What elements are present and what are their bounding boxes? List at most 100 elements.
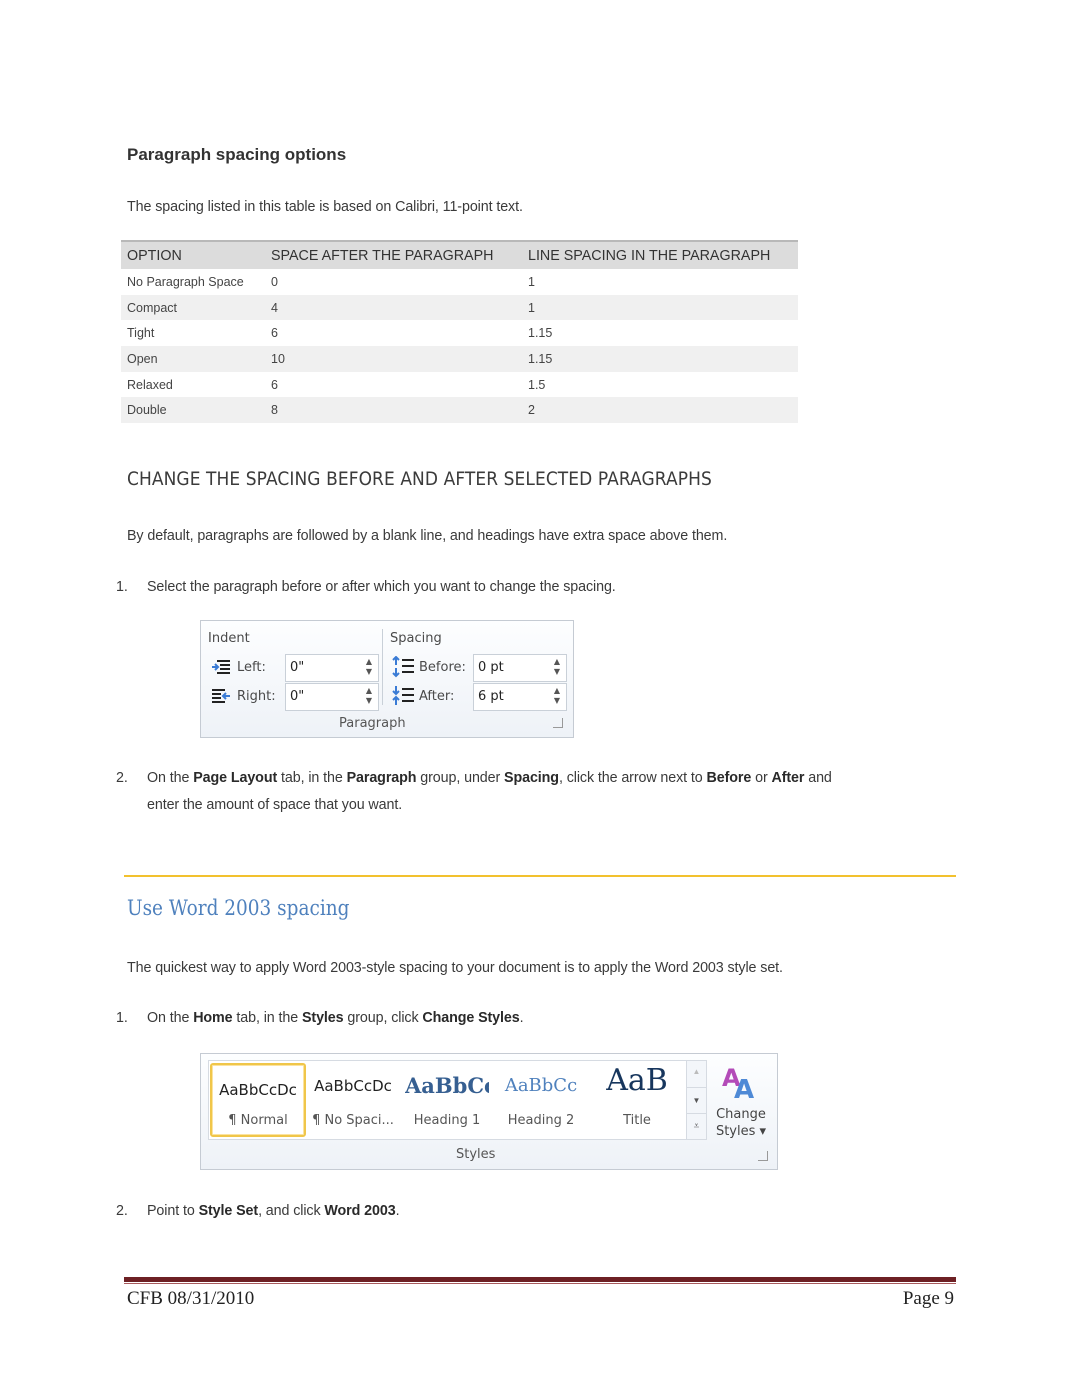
change-styles-button[interactable]: A A Change Styles ▾ bbox=[708, 1058, 774, 1144]
indent-left-label: Left: bbox=[237, 660, 266, 675]
indent-left-input[interactable]: 0" ▲ ▼ bbox=[285, 654, 379, 682]
indent-right-icon bbox=[212, 689, 230, 703]
spacing-after-value: 6 pt bbox=[478, 689, 504, 704]
text-run: tab, in the bbox=[232, 1010, 302, 1026]
bold-change-styles: Change Styles bbox=[422, 1010, 520, 1026]
cell-line-spacing: 1.15 bbox=[528, 326, 553, 341]
spinner-arrows-icon[interactable]: ▲ ▼ bbox=[554, 686, 560, 706]
section-heading-use-word-2003: Use Word 2003 spacing bbox=[127, 896, 350, 920]
footer-date: CFB 08/31/2010 bbox=[127, 1288, 255, 1309]
cell-line-spacing: 1.5 bbox=[528, 377, 546, 392]
cell-option: Relaxed bbox=[127, 377, 173, 392]
dialog-launcher-icon[interactable] bbox=[758, 1151, 768, 1161]
table-intro-text: The spacing listed in this table is base… bbox=[127, 199, 523, 215]
style-tile-heading-1[interactable]: AaBbCс Heading 1 bbox=[405, 1061, 489, 1139]
footer-rule bbox=[124, 1277, 956, 1282]
spacing-before-icon bbox=[392, 656, 414, 678]
cell-space-after: 10 bbox=[265, 346, 522, 372]
section-intro-text: By default, paragraphs are followed by a… bbox=[127, 528, 728, 544]
spinner-arrows-icon[interactable]: ▲ ▼ bbox=[366, 686, 372, 706]
indent-left-icon bbox=[212, 660, 230, 674]
section-heading-paragraph-spacing-options: Paragraph spacing options bbox=[127, 145, 347, 164]
heading-rule bbox=[124, 875, 956, 877]
paragraph-group-label: Paragraph bbox=[339, 716, 406, 731]
cell-space-after: 6 bbox=[271, 377, 278, 392]
cell-option: Double bbox=[121, 397, 265, 424]
text-run: Point to bbox=[147, 1203, 199, 1219]
footer-rule-thin bbox=[124, 1283, 956, 1284]
gallery-scrollbar[interactable]: ▲ ▼ ⩡ bbox=[686, 1060, 707, 1140]
quick-styles-gallery: AaBbCcDc ¶ Normal AaBbCcDc ¶ No Spaci...… bbox=[208, 1060, 688, 1140]
style-tile-title[interactable]: AaB Title bbox=[591, 1061, 683, 1139]
style-name: Heading 2 bbox=[507, 1113, 575, 1128]
style-name: ¶ No Spaci... bbox=[312, 1113, 394, 1128]
cell-option: Tight bbox=[127, 326, 155, 341]
table-row: Double 8 2 bbox=[121, 397, 798, 424]
cell-option: Compact bbox=[121, 294, 265, 321]
dialog-launcher-icon[interactable] bbox=[553, 718, 563, 728]
table-row: Compact 4 1 bbox=[121, 294, 798, 321]
spacing-options-table: OPTION SPACE AFTER THE PARAGRAPH LINE SP… bbox=[121, 240, 798, 424]
change-styles-icon: A A bbox=[722, 1064, 754, 1100]
spinner-arrows-icon[interactable]: ▲ ▼ bbox=[366, 657, 372, 677]
cell-space-after: 6 bbox=[271, 326, 278, 341]
spacing-before-input[interactable]: 0 pt ▲ ▼ bbox=[473, 654, 567, 682]
indent-right-input[interactable]: 0" ▲ ▼ bbox=[285, 683, 379, 711]
style-sample: AaBbCcDc bbox=[314, 1077, 392, 1095]
cell-space-after: 0 bbox=[271, 274, 278, 289]
cell-option: No Paragraph Space bbox=[127, 274, 244, 289]
spacing-before-value: 0 pt bbox=[478, 660, 504, 675]
text-run: , and click bbox=[258, 1203, 325, 1219]
step-number: 1. bbox=[116, 1010, 128, 1026]
change-styles-label-line2: Styles ▾ bbox=[715, 1124, 767, 1139]
text-run: . bbox=[519, 1010, 524, 1026]
group-divider bbox=[382, 629, 383, 705]
style-sample: AaBbCcDc bbox=[219, 1081, 297, 1099]
bold-word-2003: Word 2003 bbox=[324, 1203, 396, 1219]
change-styles-label-line1: Change bbox=[716, 1107, 766, 1122]
column-header-space-after: SPACE AFTER THE PARAGRAPH bbox=[265, 240, 522, 269]
style-tile-heading-2[interactable]: AaBbCc Heading 2 bbox=[499, 1061, 583, 1139]
style-tile-no-spacing[interactable]: AaBbCcDc ¶ No Spaci... bbox=[309, 1061, 397, 1139]
scroll-up-icon[interactable]: ▲ bbox=[687, 1061, 706, 1087]
footer-page-number: Page 9 bbox=[902, 1288, 954, 1309]
spinner-arrows-icon[interactable]: ▲ ▼ bbox=[554, 657, 560, 677]
indent-left-value: 0" bbox=[290, 660, 305, 675]
styles-group-label: Styles bbox=[456, 1147, 496, 1162]
bold-styles: Styles bbox=[301, 1010, 344, 1026]
style-sample: AaBbCc bbox=[504, 1075, 578, 1096]
section-intro-text: The quickest way to apply Word 2003-styl… bbox=[127, 960, 783, 976]
style-name: Title bbox=[623, 1113, 651, 1128]
table-row: Open 10 1.15 bbox=[121, 346, 798, 372]
paragraph-ribbon-group: Indent Spacing Left: 0" ▲ ▼ Right: 0" ▲ ▼ … bbox=[200, 620, 574, 738]
step-text: Select the paragraph before or after whi… bbox=[147, 579, 616, 595]
spacing-after-label: After: bbox=[419, 689, 455, 704]
step-2: 2. On the Page Layout tab, in the Paragr… bbox=[0, 770, 1080, 820]
step-number: 2. bbox=[116, 1203, 128, 1219]
bold-page-layout: Page Layout bbox=[193, 770, 278, 786]
table-header-row: OPTION SPACE AFTER THE PARAGRAPH LINE SP… bbox=[121, 240, 798, 269]
text-run: , click the arrow next to bbox=[558, 770, 707, 786]
spacing-after-icon bbox=[392, 686, 414, 705]
step-number: 2. bbox=[116, 770, 128, 786]
spacing-before-label: Before: bbox=[419, 660, 466, 675]
gallery-more-icon[interactable]: ⩡ bbox=[687, 1113, 706, 1140]
indent-label: Indent bbox=[208, 631, 250, 646]
text-run: and bbox=[804, 770, 832, 786]
spacing-label: Spacing bbox=[390, 631, 442, 646]
style-tile-normal[interactable]: AaBbCcDc ¶ Normal bbox=[210, 1063, 306, 1137]
indent-right-label: Right: bbox=[237, 689, 276, 704]
section-heading-change-spacing: CHANGE THE SPACING BEFORE AND AFTER SELE… bbox=[127, 469, 712, 490]
svg-text:A: A bbox=[734, 1075, 754, 1100]
text-run: or bbox=[751, 770, 772, 786]
spacing-after-input[interactable]: 6 pt ▲ ▼ bbox=[473, 683, 567, 711]
step-text-line2: enter the amount of space that you want. bbox=[147, 797, 403, 813]
table-row: Tight 6 1.15 bbox=[121, 320, 798, 346]
step-text: On the Home tab, in the Styles group, cl… bbox=[147, 1010, 524, 1026]
text-run: group, click bbox=[343, 1010, 423, 1026]
step-text: On the Page Layout tab, in the Paragraph… bbox=[147, 770, 832, 786]
scroll-down-icon[interactable]: ▼ bbox=[687, 1087, 706, 1114]
style-name: ¶ Normal bbox=[228, 1113, 288, 1128]
bold-spacing: Spacing bbox=[504, 770, 559, 786]
bold-style-set: Style Set bbox=[198, 1203, 259, 1219]
